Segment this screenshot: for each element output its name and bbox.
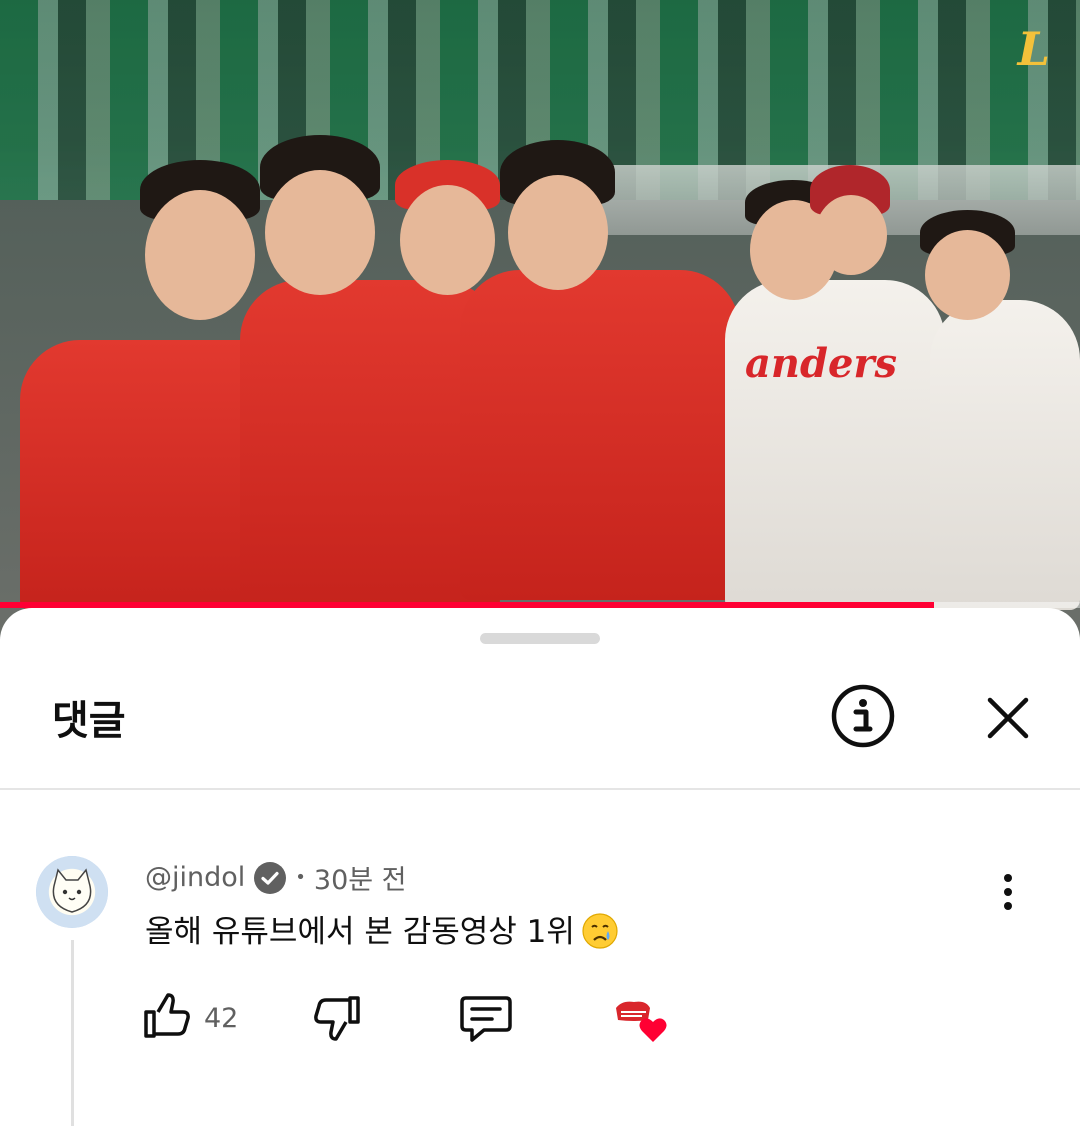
jersey-logo: anders xyxy=(745,340,898,387)
comments-sheet: 댓글 @jindol • 30분 전 올해 유튜브에서 본 감동영상 1위 42 xyxy=(0,608,1080,1126)
comment-text: 올해 유튜브에서 본 감동영상 1위 xyxy=(145,914,575,950)
thumbs-down-icon[interactable] xyxy=(310,988,364,1048)
info-icon[interactable] xyxy=(830,683,896,749)
reply-icon[interactable] xyxy=(458,988,514,1048)
avatar[interactable] xyxy=(36,856,108,928)
close-icon[interactable] xyxy=(978,688,1038,748)
comment-actions: 42 xyxy=(0,988,1080,1058)
verified-check-icon xyxy=(253,861,287,895)
player-figure xyxy=(930,300,1080,610)
player-figure xyxy=(395,160,505,300)
meta-separator: • xyxy=(295,867,306,888)
sheet-drag-handle[interactable] xyxy=(480,633,600,644)
header-divider xyxy=(0,788,1080,790)
crying-face-emoji xyxy=(581,912,619,950)
player-figure xyxy=(460,270,760,610)
comment-author[interactable]: @jindol xyxy=(145,862,245,893)
more-vertical-icon[interactable] xyxy=(990,870,1026,914)
player-figure xyxy=(255,135,385,295)
comment-meta: @jindol • 30분 전 xyxy=(145,858,407,897)
thumbs-up-icon xyxy=(140,990,192,1046)
comment-body: 올해 유튜브에서 본 감동영상 1위 xyxy=(145,906,619,951)
player-figure xyxy=(810,165,895,275)
comments-title: 댓글 xyxy=(52,698,126,744)
player-figure xyxy=(920,210,1020,320)
player-figure xyxy=(500,140,620,290)
like-button[interactable]: 42 xyxy=(140,988,238,1048)
player-figure: anders xyxy=(725,280,955,610)
channel-watermark: L xyxy=(1017,22,1050,76)
creator-heart-icon xyxy=(612,992,676,1052)
video-player[interactable]: L anders xyxy=(0,0,1080,640)
comment-time: 30분 전 xyxy=(313,865,407,896)
like-count: 42 xyxy=(204,1002,239,1034)
